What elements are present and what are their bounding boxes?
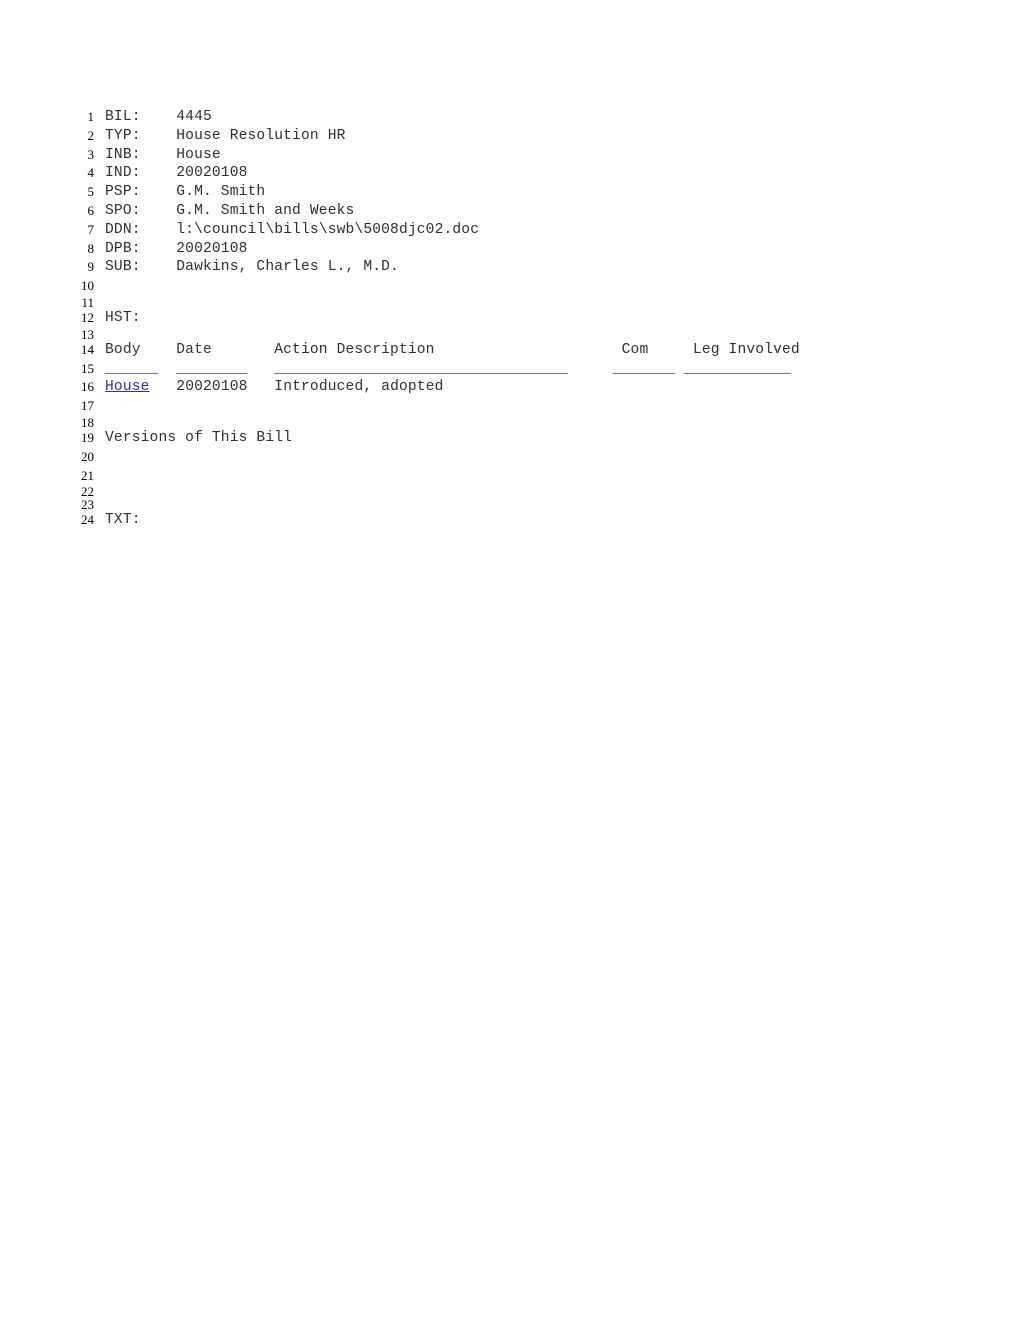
listing-line: 4 IND: 20020108 <box>72 164 952 183</box>
listing-line: 3 INB: House <box>72 146 952 165</box>
listing-line: 22 <box>72 485 952 498</box>
listing-line: 8 DPB: 20020108 <box>72 240 952 259</box>
listing-line: 10 <box>72 277 952 296</box>
listing-line: 13 <box>72 328 952 341</box>
table-row: 16 House 20020108 Introduced, adopted <box>72 378 952 397</box>
line-number: 6 <box>87 202 95 218</box>
line-content: IND: 20020108 <box>105 165 248 182</box>
listing-line: 7 DDN: l:\council\bills\swb\5008djc02.do… <box>72 221 952 240</box>
line-content: BIL: 4445 <box>105 109 212 125</box>
history-table-rule-row: 15 ______ ________ _____________________… <box>72 360 952 379</box>
line-number: 12 <box>81 309 94 325</box>
line-number: 13 <box>81 326 94 342</box>
listing-line: 21 <box>72 467 952 486</box>
line-number: 17 <box>81 398 94 414</box>
history-row-date: 20020108 <box>176 379 248 396</box>
line-content: HST: <box>105 309 141 326</box>
bill-record-listing: 1 BIL: 4445 2 TYP: House Resolution HR 3… <box>72 108 952 530</box>
listing-line: 20 <box>72 448 952 467</box>
line-number: 11 <box>81 294 94 310</box>
line-content: INB: House <box>105 146 221 163</box>
line-number: 9 <box>87 259 95 275</box>
line-number: 8 <box>87 240 95 256</box>
line-number: 15 <box>81 360 94 376</box>
listing-line: 11 <box>72 296 952 309</box>
listing-line: 12 HST: <box>72 309 952 328</box>
line-content: Body Date Action Description Com Leg Inv… <box>105 341 800 358</box>
listing-line: 9 SUB: Dawkins, Charles L., M.D. <box>72 258 952 277</box>
line-number: 1 <box>87 109 95 124</box>
history-row-gap <box>248 379 275 395</box>
versions-heading-line: 19 Versions of This Bill <box>72 429 952 448</box>
listing-line: 24 TXT: <box>72 511 952 530</box>
history-table-header-row: 14 Body Date Action Description Com Leg … <box>72 341 952 360</box>
line-number: 5 <box>87 184 95 200</box>
listing-line: 2 TYP: House Resolution HR <box>72 127 952 146</box>
line-content: DPB: 20020108 <box>105 240 248 257</box>
history-body-link[interactable]: House <box>105 379 150 395</box>
listing-line: 17 <box>72 397 952 416</box>
line-number: 7 <box>87 221 95 237</box>
line-number: 20 <box>81 448 94 464</box>
line-number: 23 <box>81 497 94 513</box>
line-number: 3 <box>87 146 95 162</box>
line-content: TXT: <box>105 512 141 529</box>
line-content: TYP: House Resolution HR <box>105 127 346 144</box>
line-number: 24 <box>81 512 94 528</box>
document-page: 1 BIL: 4445 2 TYP: House Resolution HR 3… <box>0 0 1020 1320</box>
line-number: 2 <box>87 127 95 143</box>
line-number: 16 <box>81 379 94 395</box>
line-number: 10 <box>81 278 94 294</box>
line-number: 4 <box>87 165 95 181</box>
line-content: House 20020108 Introduced, adopted <box>105 378 444 397</box>
line-content: SUB: Dawkins, Charles L., M.D. <box>105 259 399 276</box>
listing-line: 6 SPO: G.M. Smith and Weeks <box>72 202 952 221</box>
line-content: Versions of This Bill <box>105 429 293 446</box>
line-number: 18 <box>81 414 94 430</box>
listing-line: 1 BIL: 4445 <box>72 108 952 127</box>
history-row-action: Introduced, adopted <box>274 379 444 396</box>
line-number: 19 <box>81 429 94 445</box>
line-content: SPO: G.M. Smith and Weeks <box>105 202 355 219</box>
listing-line: 5 PSP: G.M. Smith <box>72 183 952 202</box>
history-row-rest <box>150 379 177 395</box>
line-content: DDN: l:\council\bills\swb\5008djc02.doc <box>105 221 480 238</box>
line-number: 14 <box>81 341 94 357</box>
line-content: PSP: G.M. Smith <box>105 184 266 201</box>
line-number: 21 <box>81 467 94 483</box>
listing-line: 18 <box>72 416 952 429</box>
line-content: ______ ________ ________________________… <box>105 360 791 377</box>
listing-line: 23 <box>72 498 952 511</box>
